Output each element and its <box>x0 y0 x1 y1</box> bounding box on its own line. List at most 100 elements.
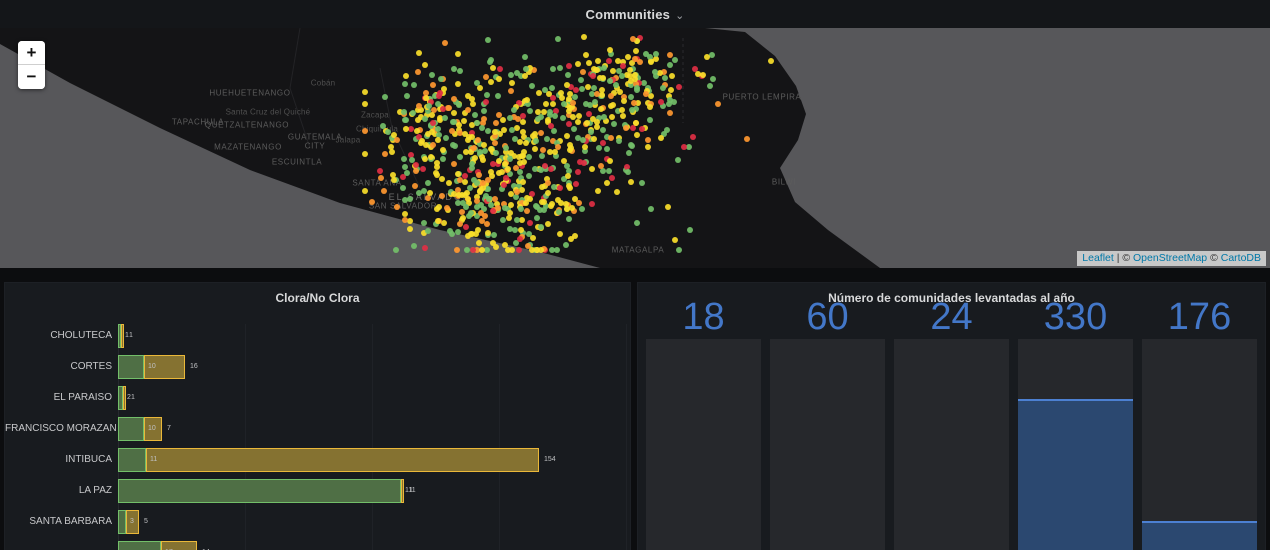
community-marker[interactable] <box>492 128 499 135</box>
cartodb-link[interactable]: CartoDB <box>1221 252 1261 264</box>
community-marker[interactable] <box>547 148 554 155</box>
community-marker[interactable] <box>565 63 572 70</box>
community-marker[interactable] <box>520 149 527 156</box>
community-marker[interactable] <box>491 195 498 202</box>
community-marker[interactable] <box>545 116 552 123</box>
community-marker[interactable] <box>509 126 516 133</box>
community-marker[interactable] <box>450 118 457 125</box>
community-marker[interactable] <box>480 156 486 163</box>
community-marker[interactable] <box>457 220 464 227</box>
zoom-in-button[interactable]: + <box>18 41 45 65</box>
community-marker[interactable] <box>506 114 513 121</box>
community-marker[interactable] <box>668 72 675 79</box>
community-marker[interactable] <box>516 236 523 243</box>
community-marker[interactable] <box>507 149 514 156</box>
community-marker[interactable] <box>651 68 658 75</box>
community-marker[interactable] <box>599 91 606 98</box>
community-marker[interactable] <box>362 100 368 107</box>
community-marker[interactable] <box>542 100 549 107</box>
community-marker[interactable] <box>461 130 468 137</box>
community-marker[interactable] <box>392 247 399 253</box>
community-marker[interactable] <box>521 53 528 60</box>
community-marker[interactable] <box>476 171 483 178</box>
community-marker[interactable] <box>631 55 638 62</box>
community-marker[interactable] <box>448 230 455 237</box>
community-marker[interactable] <box>429 81 436 88</box>
community-marker[interactable] <box>645 143 652 150</box>
community-marker[interactable] <box>416 189 423 196</box>
community-marker[interactable] <box>475 226 482 233</box>
community-marker[interactable] <box>556 208 563 215</box>
community-marker[interactable] <box>582 100 589 107</box>
community-marker[interactable] <box>449 127 456 134</box>
community-marker[interactable] <box>533 204 540 211</box>
community-marker[interactable] <box>484 36 491 43</box>
community-marker[interactable] <box>526 107 533 114</box>
clora-panel-title[interactable]: Clora/No Clora <box>5 283 630 305</box>
community-marker[interactable] <box>464 92 471 99</box>
community-marker[interactable] <box>666 52 673 59</box>
community-marker[interactable] <box>552 112 559 119</box>
community-marker[interactable] <box>571 233 578 240</box>
community-marker[interactable] <box>377 175 384 182</box>
community-marker[interactable] <box>559 94 566 101</box>
community-marker[interactable] <box>610 120 617 127</box>
community-marker[interactable] <box>703 53 710 60</box>
community-marker[interactable] <box>638 126 645 133</box>
community-marker[interactable] <box>608 102 615 109</box>
community-marker[interactable] <box>369 198 376 205</box>
community-marker[interactable] <box>493 243 500 250</box>
community-marker[interactable] <box>647 205 654 212</box>
community-marker[interactable] <box>480 115 487 122</box>
community-marker[interactable] <box>564 172 571 179</box>
community-marker[interactable] <box>510 106 517 113</box>
community-marker[interactable] <box>594 57 601 64</box>
community-marker[interactable] <box>529 82 536 89</box>
community-marker[interactable] <box>525 172 532 179</box>
community-marker[interactable] <box>480 142 487 149</box>
community-marker[interactable] <box>575 60 582 67</box>
community-marker[interactable] <box>496 157 503 164</box>
community-marker[interactable] <box>523 199 529 206</box>
community-marker[interactable] <box>428 71 435 78</box>
community-marker[interactable] <box>501 181 508 188</box>
community-marker[interactable] <box>642 90 649 97</box>
community-marker[interactable] <box>578 85 585 92</box>
community-marker[interactable] <box>619 72 626 79</box>
community-marker[interactable] <box>508 201 515 208</box>
community-marker[interactable] <box>419 165 426 172</box>
community-marker[interactable] <box>494 93 501 100</box>
community-marker[interactable] <box>572 93 579 100</box>
community-marker[interactable] <box>537 247 544 253</box>
community-marker[interactable] <box>462 224 469 231</box>
community-marker[interactable] <box>482 212 489 219</box>
community-marker[interactable] <box>406 225 413 232</box>
community-marker[interactable] <box>625 149 632 156</box>
community-marker[interactable] <box>598 162 605 169</box>
community-marker[interactable] <box>532 137 539 144</box>
community-marker[interactable] <box>429 119 436 126</box>
community-marker[interactable] <box>531 166 538 173</box>
community-marker[interactable] <box>563 241 570 248</box>
community-marker[interactable] <box>584 83 591 90</box>
community-marker[interactable] <box>590 65 597 72</box>
map-panel[interactable]: Cobán HUEHUETENANGO Santa Cruz del Quiché T… <box>0 28 1270 268</box>
community-marker[interactable] <box>439 155 446 162</box>
community-marker[interactable] <box>537 167 544 174</box>
community-marker[interactable] <box>471 112 478 119</box>
community-marker[interactable] <box>628 142 635 149</box>
community-marker[interactable] <box>707 82 714 89</box>
community-marker[interactable] <box>502 145 509 152</box>
community-marker[interactable] <box>525 153 532 160</box>
community-marker[interactable] <box>385 128 392 135</box>
community-marker[interactable] <box>657 99 664 106</box>
community-marker[interactable] <box>469 247 476 253</box>
community-marker[interactable] <box>544 220 551 227</box>
community-marker[interactable] <box>427 153 434 160</box>
community-marker[interactable] <box>402 125 409 132</box>
community-marker[interactable] <box>411 81 418 88</box>
community-marker[interactable] <box>434 218 441 225</box>
community-marker[interactable] <box>522 140 529 147</box>
community-marker[interactable] <box>450 110 457 117</box>
community-marker[interactable] <box>576 158 583 165</box>
